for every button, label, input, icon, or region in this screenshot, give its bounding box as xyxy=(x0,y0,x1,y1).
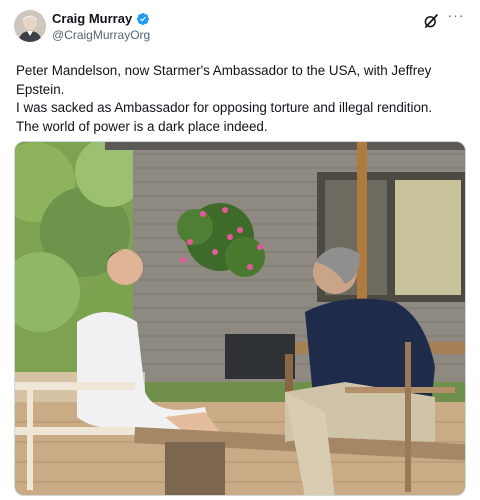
author-names: Craig Murray @CraigMurrayOrg xyxy=(52,11,150,42)
author-avatar[interactable] xyxy=(14,10,46,42)
grok-icon[interactable] xyxy=(422,12,440,30)
author-display-name[interactable]: Craig Murray xyxy=(52,11,132,26)
tweet-text-line-2: I was sacked as Ambassador for opposing … xyxy=(16,100,433,115)
more-options-icon[interactable]: ··· xyxy=(446,8,466,27)
author-handle[interactable]: @CraigMurrayOrg xyxy=(52,28,150,42)
verified-badge-icon xyxy=(137,12,150,25)
tweet-header: Craig Murray @CraigMurrayOrg ··· xyxy=(14,8,466,52)
tweet-card: Craig Murray @CraigMurrayOrg ··· Peter M… xyxy=(0,0,480,500)
tweet-text-line-1: Peter Mandelson, now Starmer's Ambassado… xyxy=(16,63,432,97)
tweet-photo[interactable] xyxy=(14,141,466,496)
photo-image xyxy=(15,142,465,495)
tweet-text: Peter Mandelson, now Starmer's Ambassado… xyxy=(14,62,466,136)
tweet-text-line-3: The world of power is a dark place indee… xyxy=(16,118,268,134)
